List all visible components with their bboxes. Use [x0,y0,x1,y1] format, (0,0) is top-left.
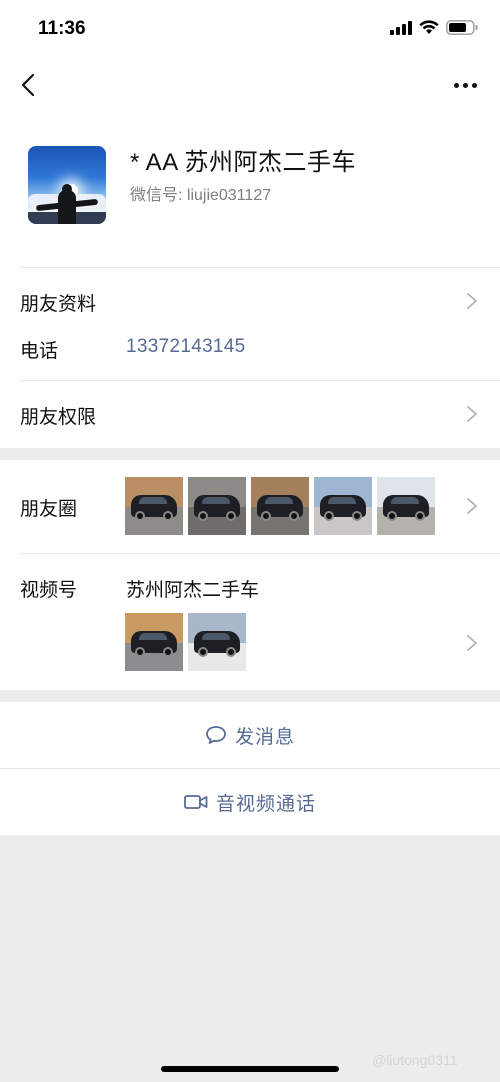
battery-icon [446,20,478,35]
profile-name: * AA 苏州阿杰二手车 [130,149,357,176]
watermark: @liutong0311 [372,1052,458,1068]
moments-label: 朋友圈 [20,499,78,520]
avatar[interactable] [28,146,106,224]
status-bar: 11:36 [0,0,500,58]
moments-photo-4[interactable] [314,477,372,535]
send-message-label: 发消息 [234,726,295,748]
channel-video-2[interactable] [188,613,246,671]
video-call-label: 音视频通话 [215,793,316,815]
channel-video-1[interactable] [125,613,183,671]
send-message-button[interactable]: 发消息 [0,702,500,768]
phone-number-link[interactable]: 13372143145 [126,336,246,358]
moments-row[interactable]: 朋友圈 [0,470,500,544]
friend-permissions-label: 朋友权限 [20,407,97,428]
moments-photo-3[interactable] [251,477,309,535]
divider [20,553,500,554]
wifi-icon [419,20,439,34]
video-call-button[interactable]: 音视频通话 [0,769,500,835]
home-indicator[interactable] [161,1066,339,1072]
chevron-right-icon [467,498,477,514]
chevron-right-icon [467,635,477,651]
status-time: 11:36 [38,18,86,39]
chevron-left-icon [21,73,35,97]
chevron-right-icon [467,293,477,309]
more-button[interactable] [450,72,480,98]
friend-info-label: 朋友资料 [20,294,97,315]
divider [20,380,500,381]
channels-label: 视频号 [20,580,78,601]
status-icons [390,20,478,35]
friend-permissions-row[interactable]: 朋友权限 [0,388,500,440]
chevron-right-icon [467,406,477,422]
friend-info-row[interactable]: 朋友资料 [0,275,500,327]
chat-bubble-icon [206,726,226,744]
signal-icon [390,20,412,35]
moments-photo-5[interactable] [377,477,435,535]
divider [20,267,500,268]
phone-label: 电话 [20,341,59,362]
moments-photo-2[interactable] [188,477,246,535]
back-button[interactable] [14,70,42,100]
wechat-id: 微信号: liujie031127 [130,187,272,204]
more-dots-icon [453,82,459,88]
video-camera-icon [184,795,208,809]
moments-photo-1[interactable] [125,477,183,535]
channels-author: 苏州阿杰二手车 [126,580,260,601]
